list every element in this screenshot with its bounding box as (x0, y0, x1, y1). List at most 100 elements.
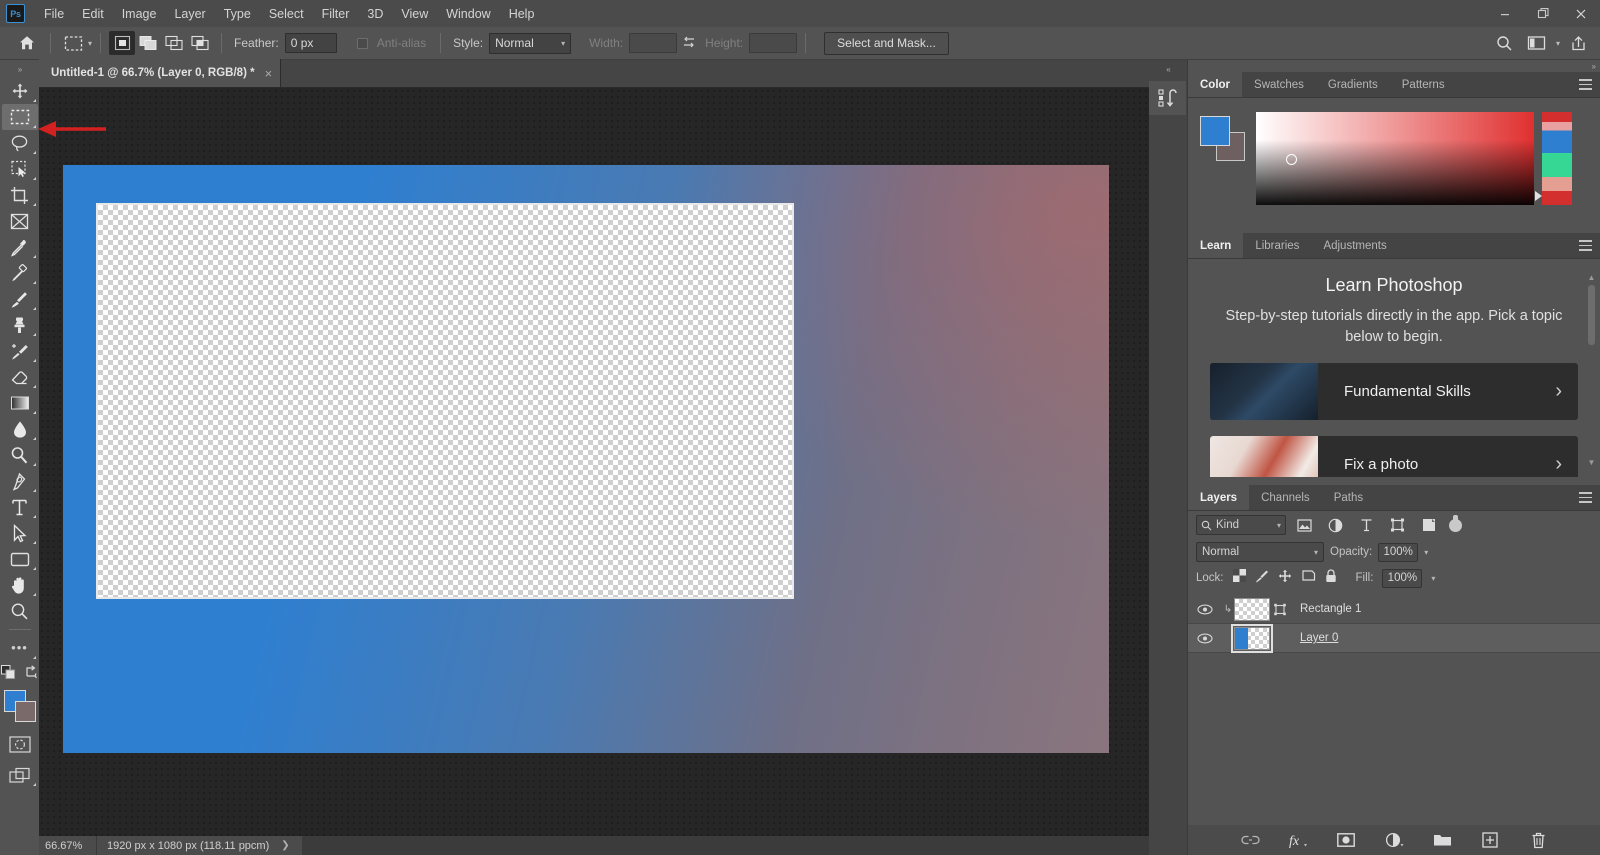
tab-paths[interactable]: Paths (1322, 485, 1375, 510)
eye-icon[interactable] (1188, 604, 1222, 615)
lock-image-pixels-icon[interactable] (1255, 569, 1269, 588)
frame-tool[interactable] (2, 208, 38, 234)
close-icon[interactable] (1562, 0, 1600, 27)
caret-down-icon[interactable]: ▼ (1587, 458, 1596, 467)
add-layer-mask-icon[interactable] (1335, 829, 1357, 851)
caret-up-icon[interactable]: ▲ (1587, 273, 1596, 282)
rectangular-marquee-icon[interactable] (59, 31, 87, 55)
shape-layer-filter-icon[interactable] (1385, 514, 1410, 536)
share-icon[interactable] (1564, 30, 1592, 56)
brush-tool[interactable] (2, 286, 38, 312)
tab-color[interactable]: Color (1188, 72, 1243, 97)
lock-all-icon[interactable] (1325, 568, 1337, 588)
layer-filter-kind-select[interactable]: Kind ▾ (1196, 515, 1286, 535)
type-layer-filter-icon[interactable] (1354, 514, 1379, 536)
lock-artboard-nesting-icon[interactable] (1301, 569, 1316, 587)
new-selection-button[interactable] (109, 31, 136, 55)
vector-mask-icon[interactable] (1272, 603, 1288, 616)
swap-colors-icon[interactable] (24, 665, 39, 685)
object-selection-tool[interactable] (2, 156, 38, 182)
menu-filter[interactable]: Filter (313, 3, 359, 25)
zoom-tool[interactable] (2, 598, 38, 624)
dodge-tool[interactable] (2, 442, 38, 468)
tab-swatches[interactable]: Swatches (1242, 72, 1316, 97)
rectangle-layer-shape[interactable] (96, 203, 794, 599)
add-to-selection-button[interactable] (135, 31, 161, 55)
layer-thumbnail[interactable] (1234, 597, 1270, 621)
edit-toolbar-button[interactable]: ••• (2, 635, 38, 661)
pen-tool[interactable] (2, 468, 38, 494)
chevron-down-icon[interactable]: ▾ (1424, 548, 1428, 557)
blend-mode-select[interactable]: Normal ▾ (1196, 542, 1324, 562)
artboard[interactable] (63, 165, 1109, 753)
lock-position-icon[interactable] (1278, 569, 1292, 588)
chevron-right-icon[interactable]: ❯ (269, 840, 289, 851)
swap-width-height-icon[interactable] (677, 32, 701, 54)
chevron-down-icon[interactable]: ▾ (88, 39, 92, 48)
height-input[interactable] (749, 33, 798, 53)
history-icon[interactable] (1149, 81, 1186, 115)
fill-value[interactable]: 100% (1382, 568, 1423, 588)
home-icon[interactable] (12, 30, 42, 56)
chevron-down-icon[interactable]: ▾ (1431, 574, 1435, 583)
zoom-level[interactable]: 66.67% (39, 836, 97, 855)
filter-power-toggle-icon[interactable] (1449, 514, 1462, 532)
double-chevron-right-icon[interactable]: » (1188, 60, 1600, 72)
table-row[interactable]: Layer 0 (1188, 623, 1600, 653)
menu-image[interactable]: Image (113, 3, 166, 25)
color-ramp[interactable] (1535, 112, 1572, 205)
width-input[interactable] (629, 33, 678, 53)
menu-edit[interactable]: Edit (73, 3, 113, 25)
menu-help[interactable]: Help (500, 3, 544, 25)
subtract-from-selection-button[interactable] (161, 31, 187, 55)
layer-name[interactable]: Layer 0 (1300, 632, 1338, 644)
learn-card-fix-a-photo[interactable]: Fix a photo › (1210, 436, 1578, 477)
eye-icon[interactable] (1188, 633, 1222, 644)
tab-gradients[interactable]: Gradients (1316, 72, 1390, 97)
menu-type[interactable]: Type (215, 3, 260, 25)
rectangle-tool[interactable] (2, 546, 38, 572)
layer-styles-fx-icon[interactable]: fx (1287, 829, 1309, 851)
lasso-tool[interactable] (2, 130, 38, 156)
double-chevron-right-icon[interactable]: » (0, 60, 39, 78)
opacity-value[interactable]: 100% (1378, 542, 1419, 562)
history-brush-tool[interactable] (2, 338, 38, 364)
crop-tool[interactable] (2, 182, 38, 208)
menu-view[interactable]: View (392, 3, 437, 25)
tab-layers[interactable]: Layers (1188, 485, 1250, 510)
link-layers-icon[interactable] (1239, 829, 1261, 851)
new-group-icon[interactable] (1431, 829, 1453, 851)
adjustment-layer-filter-icon[interactable] (1323, 514, 1348, 536)
tab-channels[interactable]: Channels (1249, 485, 1322, 510)
background-color-swatch[interactable] (14, 701, 36, 722)
blur-tool[interactable] (2, 416, 38, 442)
layer-thumbnail[interactable] (1231, 623, 1273, 653)
panel-menu-icon[interactable] (1579, 492, 1592, 506)
menu-layer[interactable]: Layer (165, 3, 214, 25)
screen-mode-button[interactable] (2, 762, 38, 788)
feather-input[interactable] (284, 33, 337, 53)
path-selection-tool[interactable] (2, 520, 38, 546)
workspace-icon[interactable] (1523, 30, 1551, 56)
pixel-layer-filter-icon[interactable] (1292, 514, 1317, 536)
move-tool[interactable] (2, 78, 38, 104)
menu-3d[interactable]: 3D (358, 3, 392, 25)
intersect-with-selection-button[interactable] (187, 31, 213, 55)
learn-card-fundamental-skills[interactable]: Fundamental Skills › (1210, 363, 1578, 421)
layer-name[interactable]: Rectangle 1 (1300, 603, 1361, 615)
new-adjustment-layer-icon[interactable] (1383, 829, 1405, 851)
tab-libraries[interactable]: Libraries (1243, 233, 1311, 258)
eraser-tool[interactable] (2, 364, 38, 390)
foreground-color-swatch[interactable] (1200, 116, 1230, 146)
smart-object-filter-icon[interactable] (1416, 514, 1441, 536)
lock-transparent-pixels-icon[interactable] (1232, 569, 1246, 587)
eyedropper-tool[interactable] (2, 234, 38, 260)
default-foreground-background-icon[interactable] (0, 665, 17, 685)
menu-select[interactable]: Select (260, 3, 313, 25)
panel-menu-icon[interactable] (1579, 240, 1592, 254)
color-picker-marker[interactable] (1286, 154, 1297, 165)
double-chevron-left-icon[interactable]: « (1149, 60, 1187, 78)
quick-mask-button[interactable] (2, 731, 38, 757)
tab-patterns[interactable]: Patterns (1390, 72, 1457, 97)
close-icon[interactable]: × (265, 66, 273, 81)
